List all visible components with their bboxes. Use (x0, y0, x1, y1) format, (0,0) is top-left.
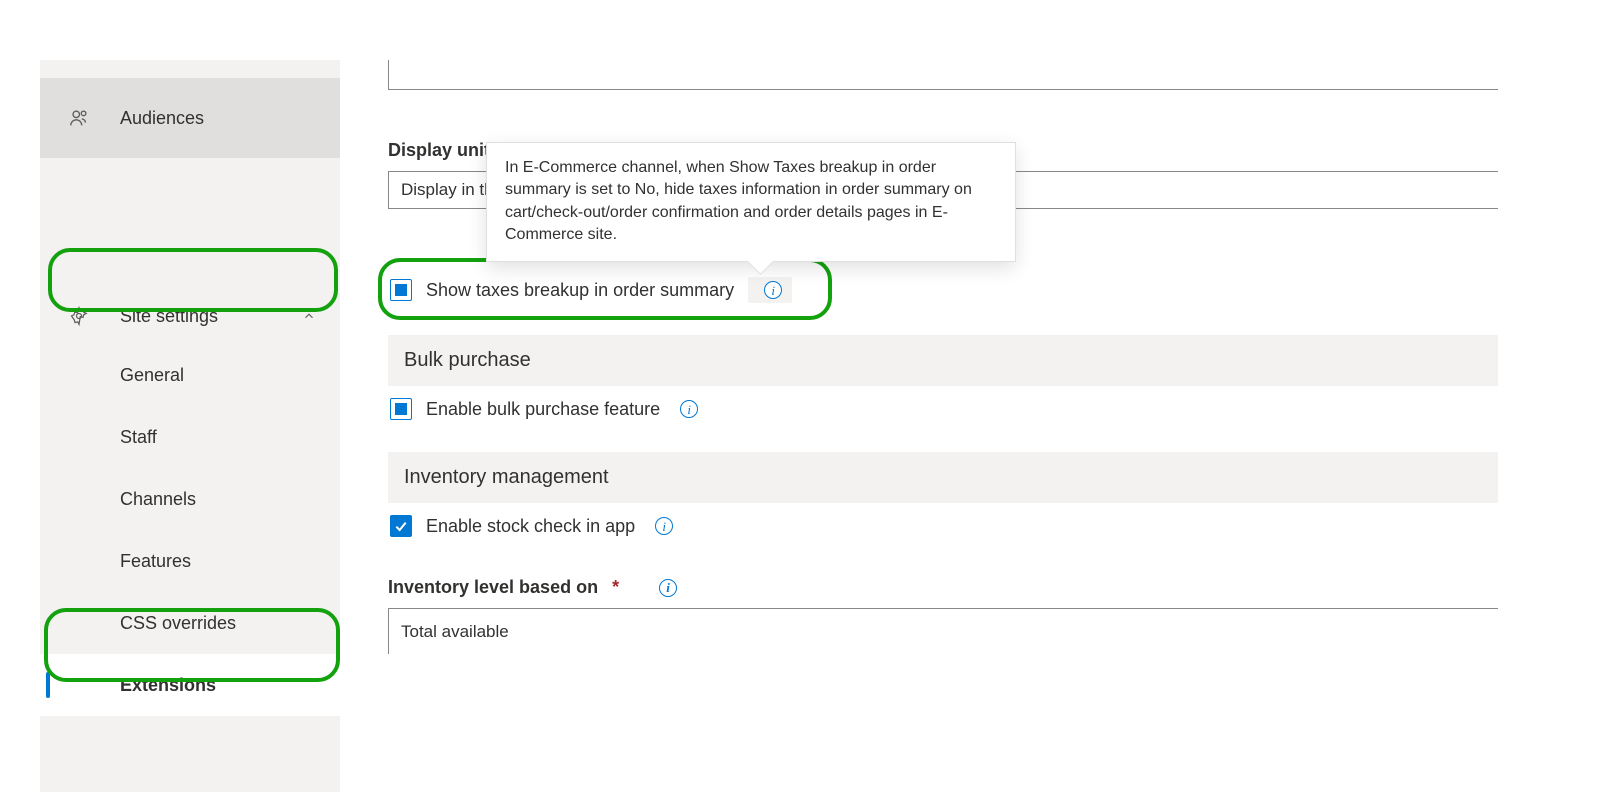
features-label: Features (120, 551, 191, 572)
info-icon-wrap: i (748, 277, 792, 303)
general-label: General (120, 365, 184, 386)
bulk-purchase-header: Bulk purchase (388, 335, 1498, 386)
info-icon[interactable]: i (764, 281, 782, 299)
site-settings-label: Site settings (120, 306, 218, 327)
info-icon[interactable]: i (680, 400, 698, 418)
enable-stock-row: Enable stock check in app i (388, 503, 1599, 549)
info-tooltip: In E-Commerce channel, when Show Taxes b… (486, 142, 1016, 262)
chevron-up-icon (302, 309, 316, 323)
sidebar-sub-css-overrides[interactable]: CSS overrides (40, 592, 340, 654)
channels-label: Channels (120, 489, 196, 510)
enable-stock-label: Enable stock check in app (426, 516, 635, 537)
sidebar-item-site-settings[interactable]: Site settings (40, 288, 340, 344)
enable-bulk-label: Enable bulk purchase feature (426, 399, 660, 420)
sidebar-sub-features[interactable]: Features (40, 530, 340, 592)
enable-bulk-row: Enable bulk purchase feature i (388, 386, 1599, 432)
show-taxes-label: Show taxes breakup in order summary (426, 280, 734, 301)
inventory-level-label-row: Inventory level based on * i (388, 577, 1599, 598)
sidebar-sub-extensions[interactable]: Extensions (40, 654, 340, 716)
enable-stock-checkbox[interactable] (390, 515, 412, 537)
audiences-label: Audiences (120, 108, 204, 129)
info-icon[interactable]: i (655, 517, 673, 535)
gear-icon (68, 305, 90, 327)
sidebar-sub-channels[interactable]: Channels (40, 468, 340, 530)
sidebar-item-audiences[interactable]: Audiences (40, 78, 340, 158)
enable-bulk-checkbox[interactable] (390, 398, 412, 420)
inventory-level-value: Total available (401, 622, 509, 642)
show-taxes-checkbox[interactable] (390, 279, 412, 301)
sidebar-sub-general[interactable]: General (40, 344, 340, 406)
inventory-level-select[interactable]: Total available (388, 608, 1498, 654)
inventory-header: Inventory management (388, 452, 1498, 503)
partial-top-field[interactable] (388, 60, 1498, 90)
tooltip-text: In E-Commerce channel, when Show Taxes b… (505, 159, 972, 243)
staff-label: Staff (120, 427, 157, 448)
audiences-icon (68, 107, 90, 129)
info-icon[interactable]: i (659, 579, 677, 597)
required-star: * (612, 577, 619, 598)
sidebar: Audiences Site settings General Staff (40, 60, 340, 792)
main-content: Display unit of r Display in the In E-Co… (340, 60, 1599, 792)
css-overrides-label: CSS overrides (120, 613, 236, 634)
sidebar-sub-staff[interactable]: Staff (40, 406, 340, 468)
show-taxes-row: Show taxes breakup in order summary i (388, 265, 1599, 315)
extensions-label: Extensions (120, 675, 216, 696)
inventory-level-label: Inventory level based on (388, 577, 598, 598)
